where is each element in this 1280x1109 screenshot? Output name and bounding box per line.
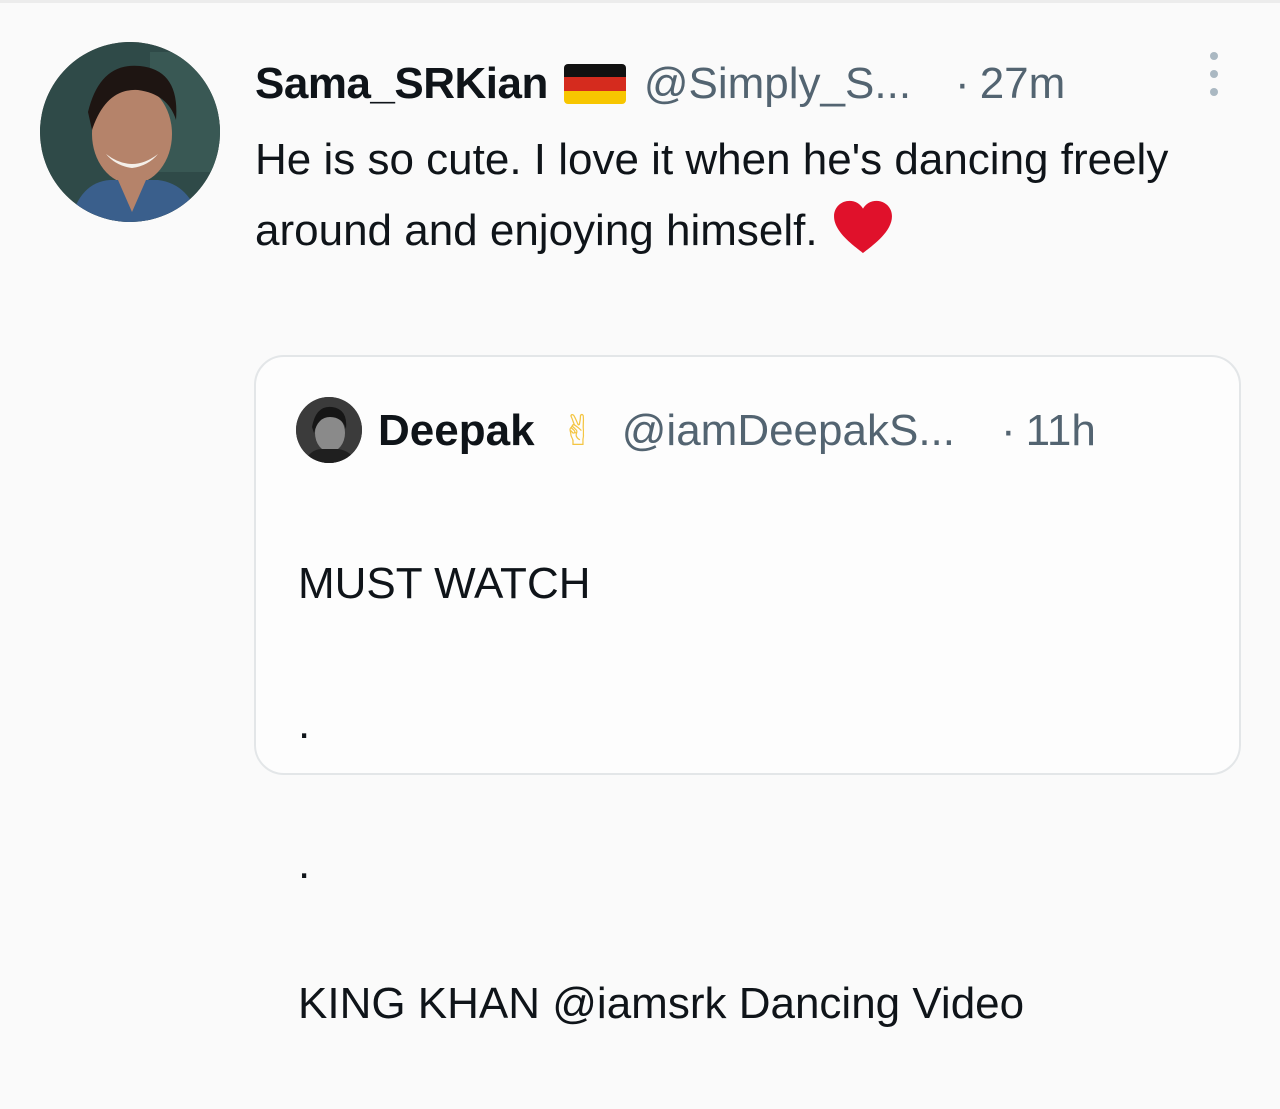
tweet-header: Sama_SRKian @Simply_S... · 27m	[255, 52, 1065, 116]
separator-dot: ·	[955, 59, 970, 108]
tweet-text-content: He is so cute. I love it when he's danci…	[255, 135, 1169, 255]
quoted-avatar-image	[296, 397, 362, 463]
victory-hand-icon: ✌	[560, 407, 596, 454]
quoted-separator-dot: ·	[1001, 406, 1016, 455]
avatar-image	[40, 42, 220, 222]
quoted-timestamp[interactable]: 11h	[1026, 406, 1096, 456]
quoted-avatar[interactable]	[296, 397, 362, 463]
quoted-header: Deepak ✌ @iamDeepakS... · 11h	[378, 397, 1096, 465]
user-handle[interactable]: @Simply_S...	[644, 59, 911, 109]
quoted-tweet-card[interactable]: Deepak ✌ @iamDeepakS... · 11h MUST WATCH…	[254, 355, 1241, 1028]
tweet-text: He is so cute. I love it when he's danci…	[255, 124, 1195, 266]
timestamp[interactable]: 27m	[980, 59, 1066, 109]
avatar[interactable]	[40, 42, 220, 222]
display-name[interactable]: Sama_SRKian	[255, 59, 548, 109]
more-options-icon[interactable]	[1206, 52, 1222, 96]
quoted-line-4: KING KHAN @iamsrk Dancing Video	[298, 979, 1025, 1028]
tweet[interactable]: Sama_SRKian @Simply_S... · 27m He is so …	[0, 0, 1280, 1028]
quoted-line-3: .	[298, 839, 311, 888]
heart-icon	[832, 199, 894, 255]
quoted-tweet-text: MUST WATCH . . KING KHAN @iamsrk Dancing…	[298, 479, 1228, 1109]
quoted-display-name[interactable]: Deepak	[378, 406, 535, 456]
quoted-line-1: MUST WATCH	[298, 559, 591, 608]
quoted-user-handle[interactable]: @iamDeepakS...	[622, 406, 955, 456]
germany-flag-icon	[563, 64, 626, 104]
quoted-line-2: .	[298, 699, 311, 748]
